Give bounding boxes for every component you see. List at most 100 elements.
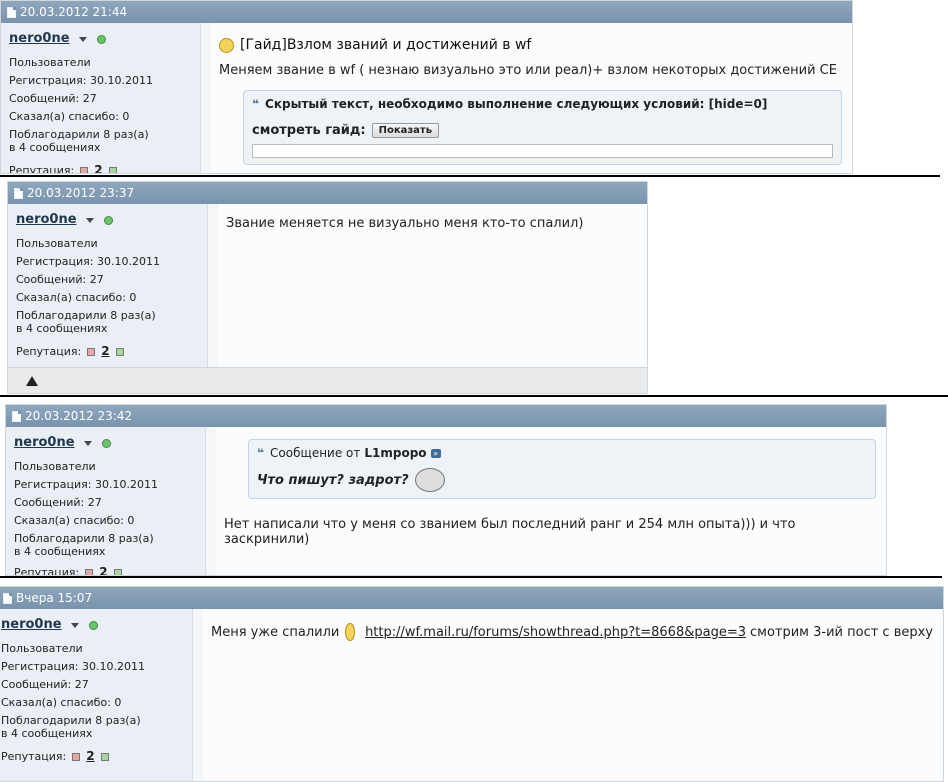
username-link[interactable]: nero0ne (16, 212, 77, 227)
user-menu-arrow-icon[interactable] (71, 622, 80, 628)
separator (0, 175, 940, 177)
reputation-minus-icon[interactable] (72, 752, 81, 761)
post-content: Меня уже спалили http://wf.mail.ru/forum… (203, 609, 943, 781)
spoiler-content (252, 144, 833, 158)
warning-icon[interactable] (26, 375, 38, 386)
user-thanked: Поблагодарили 8 раз(а) (9, 128, 149, 141)
reputation-value[interactable]: 2 (101, 345, 109, 358)
show-button[interactable]: Показать (371, 123, 440, 138)
user-messages: Сообщений: 27 (1, 678, 89, 691)
reputation-minus-icon[interactable] (80, 166, 89, 173)
user-thanks: Сказал(а) спасибо: 0 (14, 514, 135, 527)
post-header: Вчера 15:07 (0, 587, 943, 609)
user-thanked: Поблагодарили 8 раз(а) (16, 309, 156, 322)
document-icon (12, 410, 21, 422)
user-thanked-posts: в 4 сообщениях (1, 727, 93, 740)
reputation-value[interactable]: 2 (99, 566, 107, 576)
separator (0, 576, 942, 578)
reputation-label: Репутация: (1, 750, 67, 763)
online-status-icon (88, 620, 98, 630)
user-thanks: Сказал(а) спасибо: 0 (16, 291, 137, 304)
post-3: 20.03.2012 23:42 nero0ne Пользователи Ре… (5, 404, 887, 576)
online-status-icon (103, 215, 113, 225)
user-info: nero0ne Пользователи Регистрация: 30.10.… (0, 609, 193, 781)
user-thanked-posts: в 4 сообщениях (14, 545, 106, 558)
post-text-after: смотрим 3-ий пост с верху (750, 624, 933, 640)
trollface-icon (414, 468, 445, 492)
user-info: nero0ne Пользователи Регистрация: 30.10.… (8, 204, 208, 393)
post-2: 20.03.2012 23:37 nero0ne Пользователи Ре… (7, 181, 648, 394)
quote-prefix: Сообщение от (270, 446, 361, 460)
user-menu-arrow-icon[interactable] (84, 440, 93, 446)
post-header: 20.03.2012 23:42 (6, 405, 886, 427)
quote-text: Что пишут? задрот? (257, 472, 409, 488)
user-thanked-posts: в 4 сообщениях (16, 322, 108, 335)
post-text: Меня уже спалили (211, 624, 340, 640)
user-registration: Регистрация: 30.10.2011 (1, 660, 145, 673)
quote-icon: ❝ (257, 446, 265, 460)
document-icon (3, 592, 12, 604)
post-4: Вчера 15:07 nero0ne Пользователи Регистр… (0, 586, 944, 782)
user-thanked: Поблагодарили 8 раз(а) (1, 714, 141, 727)
quote-author: L1mpopo (364, 446, 427, 460)
reputation-label: Репутация: (9, 164, 75, 174)
username-link[interactable]: nero0ne (1, 617, 62, 632)
user-menu-arrow-icon[interactable] (86, 217, 95, 223)
reputation-label: Репутация: (14, 566, 80, 576)
post-date: 20.03.2012 23:37 (27, 186, 135, 200)
post-content: Звание меняется не визуально меня кто-то… (218, 204, 647, 367)
quote-box: ❝ Сообщение от L1mpopo » Что пишут? задр… (248, 439, 876, 499)
hidden-text-box: ❝ Скрытый текст, необходимо выполнение с… (243, 90, 842, 165)
reputation-plus-icon[interactable] (100, 752, 109, 761)
post-content: ❝ Сообщение от L1mpopo » Что пишут? задр… (216, 427, 886, 575)
reputation-value[interactable]: 2 (94, 164, 102, 174)
user-registration: Регистрация: 30.10.2011 (16, 255, 160, 268)
post-date: Вчера 15:07 (16, 591, 93, 605)
guide-label: смотреть гайд: (252, 123, 366, 138)
user-info: nero0ne Пользователи Регистрация: 30.10.… (6, 427, 206, 575)
reputation-plus-icon[interactable] (108, 166, 117, 173)
reputation-plus-icon[interactable] (115, 347, 124, 356)
user-group: Пользователи (9, 56, 91, 69)
post-title: [Гайд]Взлом званий и достижений в wf (240, 37, 532, 53)
document-icon (14, 187, 23, 199)
user-messages: Сообщений: 27 (14, 496, 102, 509)
online-status-icon (101, 438, 111, 448)
reputation-minus-icon[interactable] (85, 568, 94, 575)
report-bar (8, 367, 647, 393)
username-link[interactable]: nero0ne (14, 435, 75, 450)
user-thanks: Сказал(а) спасибо: 0 (1, 696, 122, 709)
user-thanks: Сказал(а) спасибо: 0 (9, 110, 130, 123)
post-text: Меняем звание в wf ( незнаю визуально эт… (219, 63, 837, 78)
reputation-label: Репутация: (16, 345, 82, 358)
document-icon (7, 6, 16, 18)
reputation-value[interactable]: 2 (86, 750, 94, 763)
user-group: Пользователи (16, 237, 98, 250)
user-info: nero0ne Пользователи Регистрация: 30.10.… (1, 23, 201, 173)
post-1: 20.03.2012 21:44 nero0ne Пользователи Ре… (0, 0, 853, 174)
forum-link[interactable]: http://wf.mail.ru/forums/showthread.php?… (365, 625, 746, 640)
quote-icon: ❝ (252, 97, 260, 111)
post-text: Звание меняется не визуально меня кто-то… (226, 216, 584, 231)
hidden-text-title: Скрытый текст, необходимо выполнение сле… (265, 97, 768, 111)
post-header: 20.03.2012 23:37 (8, 182, 647, 204)
user-thanked: Поблагодарили 8 раз(а) (14, 532, 154, 545)
user-group: Пользователи (14, 460, 96, 473)
user-thanked-posts: в 4 сообщениях (9, 141, 101, 154)
reputation-minus-icon[interactable] (87, 347, 96, 356)
wink-smiley-icon (345, 623, 356, 641)
user-menu-arrow-icon[interactable] (79, 36, 88, 42)
online-status-icon (96, 34, 106, 44)
username-link[interactable]: nero0ne (9, 31, 70, 46)
post-date: 20.03.2012 21:44 (20, 5, 128, 19)
view-post-icon[interactable]: » (430, 448, 441, 458)
user-registration: Регистрация: 30.10.2011 (14, 478, 158, 491)
separator (0, 395, 948, 397)
smiley-icon (219, 37, 234, 53)
user-registration: Регистрация: 30.10.2011 (9, 74, 153, 87)
user-group: Пользователи (1, 642, 83, 655)
post-header: 20.03.2012 21:44 (1, 1, 852, 23)
user-messages: Сообщений: 27 (16, 273, 104, 286)
post-date: 20.03.2012 23:42 (25, 409, 133, 423)
reputation-plus-icon[interactable] (113, 568, 122, 575)
